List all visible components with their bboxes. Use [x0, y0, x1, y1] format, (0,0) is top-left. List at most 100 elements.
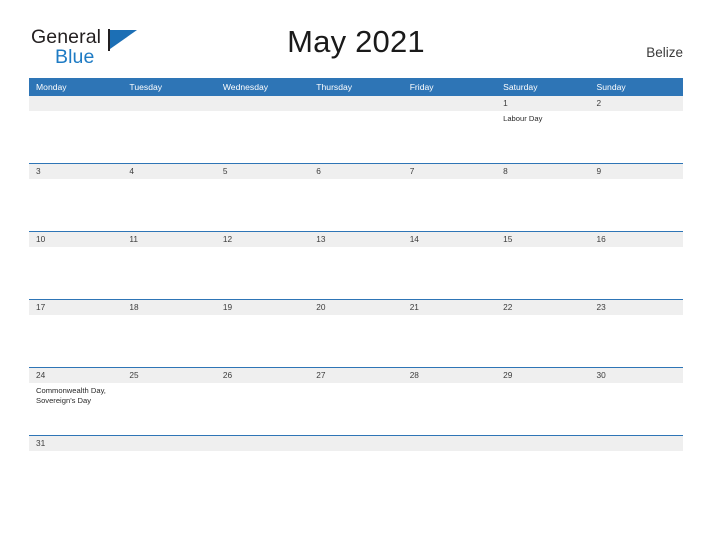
day-cell-number[interactable]: 9: [590, 164, 683, 179]
day-cell-number[interactable]: 3: [29, 164, 122, 179]
day-cell-number[interactable]: 27: [309, 368, 402, 383]
day-cell-number[interactable]: 4: [122, 164, 215, 179]
week-daynumbers: 31: [29, 436, 683, 451]
day-cell-number[interactable]: 7: [403, 164, 496, 179]
day-cell-number[interactable]: 25: [122, 368, 215, 383]
week-row: 24 25 26 27 28 29 30 Commonwealth Day, S…: [29, 367, 683, 435]
day-cell-event[interactable]: [309, 111, 402, 163]
day-cell-event[interactable]: [496, 315, 589, 367]
day-cell-event[interactable]: [590, 383, 683, 435]
week-events: [29, 315, 683, 367]
day-cell-event[interactable]: [496, 247, 589, 299]
day-cell-number[interactable]: [216, 436, 309, 451]
calendar-grid: Monday Tuesday Wednesday Thursday Friday…: [29, 78, 683, 460]
day-cell-event[interactable]: [29, 179, 122, 231]
day-cell-number[interactable]: [29, 96, 122, 111]
day-cell-event[interactable]: [122, 315, 215, 367]
day-cell-number[interactable]: 14: [403, 232, 496, 247]
day-cell-event[interactable]: [590, 247, 683, 299]
weekday-sunday: Sunday: [596, 82, 626, 92]
day-cell-number[interactable]: 19: [216, 300, 309, 315]
day-cell-event[interactable]: [403, 179, 496, 231]
day-cell-number[interactable]: [496, 436, 589, 451]
day-cell-number[interactable]: 1: [496, 96, 589, 111]
day-cell-number[interactable]: [309, 436, 402, 451]
day-cell-number[interactable]: 15: [496, 232, 589, 247]
week-row: 31: [29, 435, 683, 460]
weekday-friday: Friday: [409, 82, 434, 92]
day-cell-event[interactable]: [403, 383, 496, 435]
day-cell-number[interactable]: 24: [29, 368, 122, 383]
day-cell-event[interactable]: [403, 315, 496, 367]
day-cell-number[interactable]: 28: [403, 368, 496, 383]
day-cell-event[interactable]: [216, 247, 309, 299]
day-cell-number[interactable]: 29: [496, 368, 589, 383]
day-cell-event[interactable]: [122, 383, 215, 435]
day-cell-event[interactable]: [216, 383, 309, 435]
week-row: 1 2 Labour Day: [29, 96, 683, 163]
day-cell-number[interactable]: 30: [590, 368, 683, 383]
day-cell-event[interactable]: [590, 179, 683, 231]
day-cell-number[interactable]: 6: [309, 164, 402, 179]
day-cell-event[interactable]: [122, 111, 215, 163]
day-cell-event[interactable]: Labour Day: [496, 111, 589, 163]
day-cell-number[interactable]: 17: [29, 300, 122, 315]
week-row: 17 18 19 20 21 22 23: [29, 299, 683, 367]
day-cell-event[interactable]: [216, 179, 309, 231]
day-cell-number[interactable]: [590, 436, 683, 451]
day-cell-event[interactable]: [496, 383, 589, 435]
day-cell-number[interactable]: 2: [590, 96, 683, 111]
day-cell-event[interactable]: [122, 247, 215, 299]
day-cell-number[interactable]: 5: [216, 164, 309, 179]
day-cell-event[interactable]: [590, 315, 683, 367]
day-cell-number[interactable]: 21: [403, 300, 496, 315]
day-cell-event[interactable]: [309, 179, 402, 231]
day-cell-event[interactable]: Commonwealth Day, Sovereign's Day: [29, 383, 122, 435]
day-cell-event[interactable]: [309, 247, 402, 299]
day-cell-event[interactable]: [496, 451, 589, 460]
day-cell-event[interactable]: [403, 247, 496, 299]
day-cell-event[interactable]: [29, 315, 122, 367]
day-cell-number[interactable]: 31: [29, 436, 122, 451]
day-cell-number[interactable]: 18: [122, 300, 215, 315]
day-cell-number[interactable]: 11: [122, 232, 215, 247]
day-cell-number[interactable]: 26: [216, 368, 309, 383]
weekday-thursday: Thursday: [316, 82, 353, 92]
day-cell-event[interactable]: [29, 111, 122, 163]
day-cell-number[interactable]: [309, 96, 402, 111]
day-cell-number[interactable]: [216, 96, 309, 111]
day-cell-number[interactable]: 13: [309, 232, 402, 247]
weekday-wednesday: Wednesday: [222, 82, 269, 92]
week-events: [29, 179, 683, 231]
day-cell-event[interactable]: [122, 451, 215, 460]
country-label: Belize: [646, 45, 683, 60]
day-cell-event[interactable]: [403, 111, 496, 163]
day-cell-event[interactable]: [590, 451, 683, 460]
day-cell-event[interactable]: [309, 383, 402, 435]
day-cell-event[interactable]: [29, 451, 122, 460]
day-cell-event[interactable]: [122, 179, 215, 231]
day-cell-number[interactable]: [122, 96, 215, 111]
day-cell-number[interactable]: [403, 436, 496, 451]
day-cell-event[interactable]: [403, 451, 496, 460]
day-cell-event[interactable]: [216, 315, 309, 367]
day-cell-event[interactable]: [496, 179, 589, 231]
week-daynumbers: 24 25 26 27 28 29 30: [29, 368, 683, 383]
day-cell-number[interactable]: 23: [590, 300, 683, 315]
day-cell-event[interactable]: [29, 247, 122, 299]
day-cell-number[interactable]: 8: [496, 164, 589, 179]
day-cell-event[interactable]: [309, 315, 402, 367]
day-cell-number[interactable]: 20: [309, 300, 402, 315]
day-cell-event[interactable]: [216, 451, 309, 460]
day-cell-event[interactable]: [309, 451, 402, 460]
day-cell-number[interactable]: 10: [29, 232, 122, 247]
day-cell-number[interactable]: 16: [590, 232, 683, 247]
day-cell-number[interactable]: [403, 96, 496, 111]
day-cell-event[interactable]: [590, 111, 683, 163]
day-cell-number[interactable]: 12: [216, 232, 309, 247]
week-events: Commonwealth Day, Sovereign's Day: [29, 383, 683, 435]
page-header: General Blue May 2021 Belize: [0, 0, 712, 78]
day-cell-event[interactable]: [216, 111, 309, 163]
day-cell-number[interactable]: [122, 436, 215, 451]
day-cell-number[interactable]: 22: [496, 300, 589, 315]
